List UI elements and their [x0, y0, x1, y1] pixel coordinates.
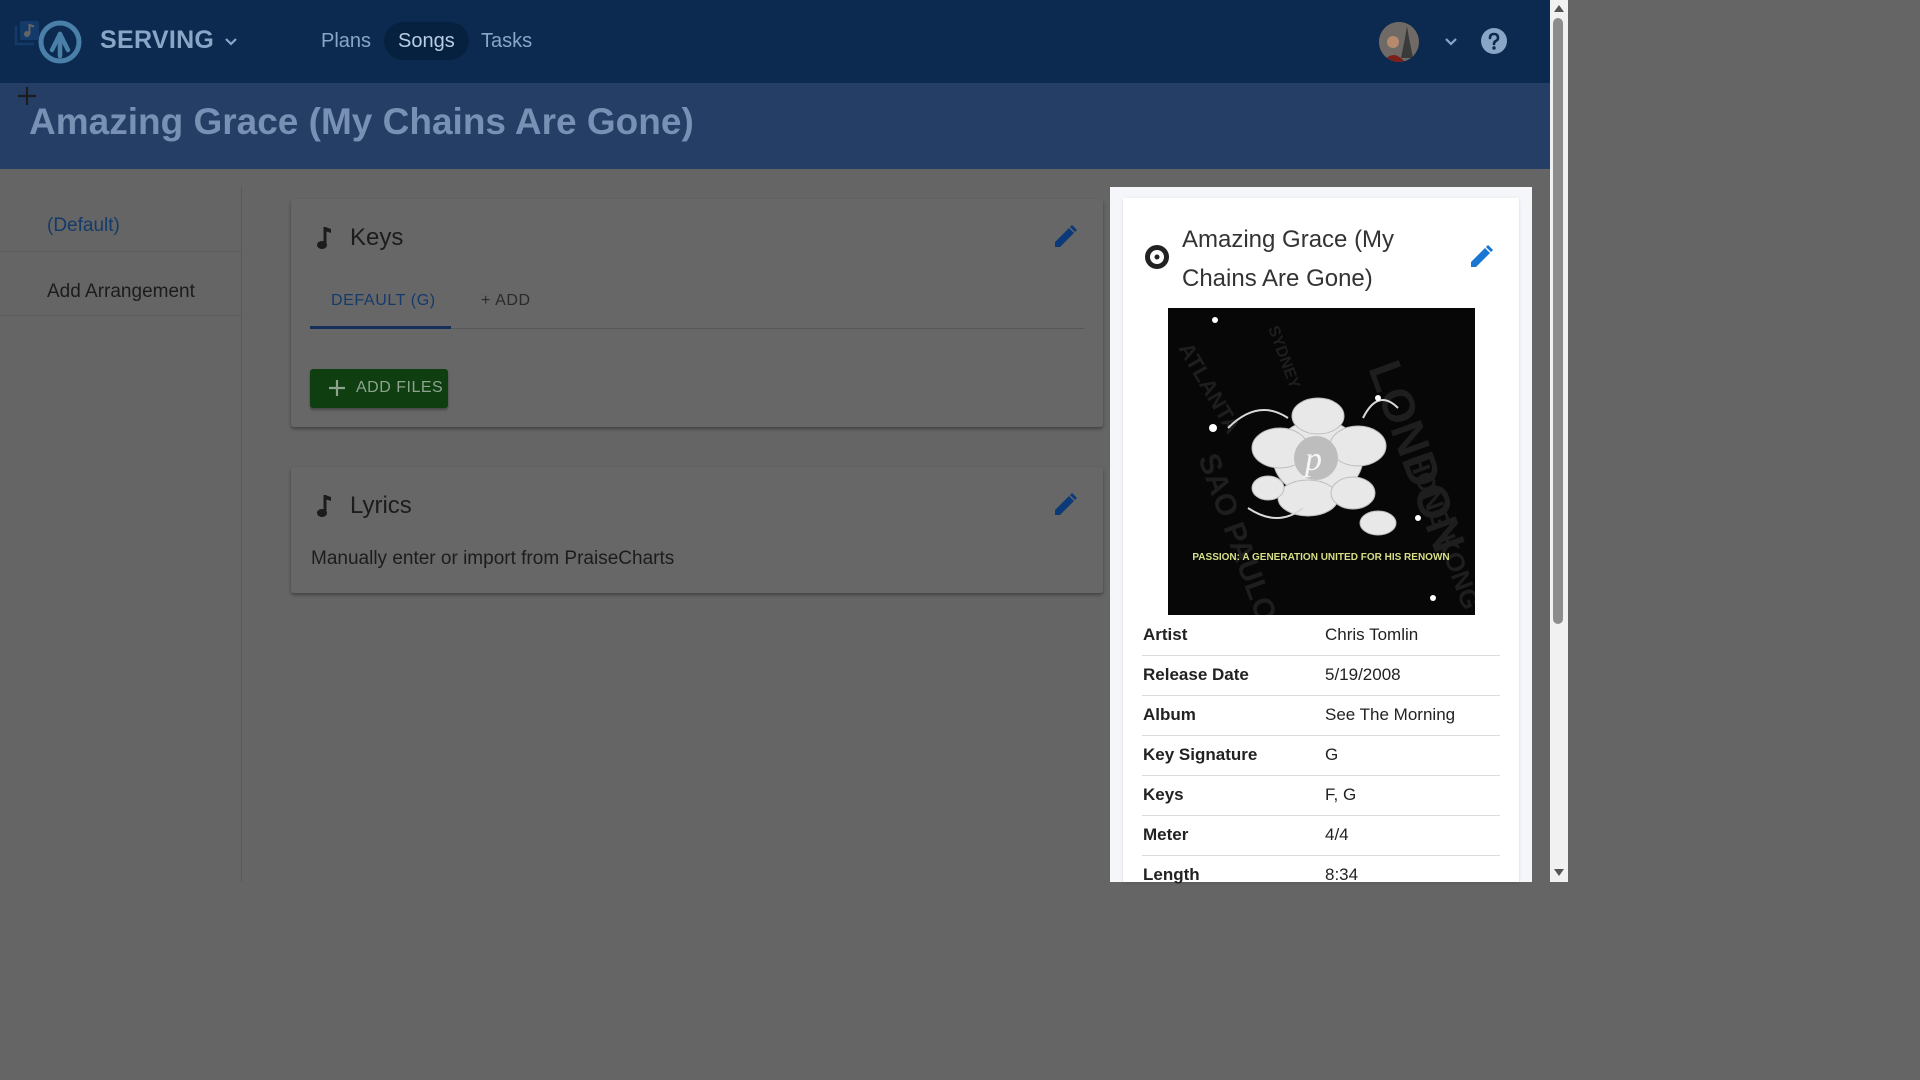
scrollbar-thumb[interactable] — [1553, 18, 1563, 624]
album-art-image: LONDON ATLANTA HONG KONG SAO PAULO SYDNE… — [1168, 308, 1475, 615]
detail-label: Keys — [1143, 785, 1184, 804]
lyrics-card: Lyrics Manually enter or import from Pra… — [291, 467, 1103, 593]
detail-label: Meter — [1143, 825, 1189, 844]
detail-row-key-signature: Key Signature G — [1142, 735, 1500, 776]
detail-value: G — [1325, 745, 1339, 764]
detail-label: Key Signature — [1143, 745, 1258, 764]
nav-songs[interactable]: Songs — [384, 22, 469, 60]
add-files-label: ADD FILES — [356, 379, 444, 396]
lyrics-card-title: Lyrics — [350, 492, 412, 519]
app-name[interactable]: SERVING — [100, 26, 214, 55]
nav-tasks[interactable]: Tasks — [467, 22, 546, 60]
detail-row-keys: Keys F, G — [1142, 775, 1500, 816]
edit-song-pencil-icon[interactable] — [1468, 244, 1494, 270]
detail-label: Album — [1143, 705, 1196, 724]
user-avatar[interactable] — [1379, 22, 1419, 62]
arrangements-sidebar: (Default) Add Arrangement — [0, 187, 242, 882]
add-arrangement-button[interactable]: Add Arrangement — [0, 251, 241, 316]
scroll-down-arrow-icon[interactable] — [1553, 868, 1565, 878]
detail-label: Length — [1143, 865, 1200, 884]
avatar-photo-icon — [1379, 22, 1419, 62]
detail-label: Release Date — [1143, 665, 1249, 684]
edit-lyrics-pencil-icon[interactable] — [1052, 492, 1078, 518]
detail-value: F, G — [1325, 785, 1357, 804]
detail-value: See The Morning — [1325, 705, 1456, 724]
detail-value: 4/4 — [1325, 825, 1349, 844]
nav-plans[interactable]: Plans — [307, 22, 385, 60]
detail-row-album: Album See The Morning — [1142, 695, 1500, 736]
song-details-title: Amazing Grace (My Chains Are Gone) — [1182, 226, 1395, 292]
keys-card: Keys DEFAULT (G) + ADD ADD FILES — [291, 199, 1103, 427]
detail-row-meter: Meter 4/4 — [1142, 815, 1500, 856]
detail-value: 8:34 — [1325, 865, 1359, 884]
music-note-icon — [317, 495, 331, 517]
app-switcher-chevron-icon[interactable] — [222, 32, 240, 50]
detail-value: 5/19/2008 — [1325, 665, 1401, 684]
sidebar-item-default-arrangement[interactable]: (Default) — [0, 187, 241, 252]
page-title: Amazing Grace (My Chains Are Gone) — [29, 101, 694, 142]
svg-text:p: p — [1303, 441, 1322, 478]
edit-keys-pencil-icon[interactable] — [1052, 224, 1078, 250]
keys-card-title: Keys — [350, 224, 404, 251]
album-art-caption: PASSION: A GENERATION UNITED FOR HIS REN… — [1192, 552, 1449, 563]
plus-icon — [329, 380, 345, 396]
tab-add-key[interactable]: + ADD — [481, 292, 531, 310]
plus-icon — [18, 87, 36, 105]
detail-row-artist: Artist Chris Tomlin — [1142, 615, 1500, 656]
add-files-button[interactable]: ADD FILES — [310, 369, 448, 408]
tab-default-key[interactable]: DEFAULT (G) — [331, 292, 436, 310]
lyrics-hint-text: Manually enter or import from PraiseChar… — [311, 548, 675, 569]
sidebar-item-label: Add Arrangement — [47, 281, 195, 302]
vinyl-disc-icon — [1145, 245, 1169, 269]
sidebar-item-label: (Default) — [47, 215, 120, 236]
detail-label: Artist — [1143, 625, 1188, 644]
active-tab-indicator — [310, 326, 451, 329]
music-note-icon — [317, 227, 331, 249]
music-library-icon — [14, 21, 39, 46]
user-menu-chevron-icon[interactable] — [1442, 32, 1460, 50]
scroll-up-arrow-icon[interactable] — [1553, 3, 1565, 13]
detail-row-release-date: Release Date 5/19/2008 — [1142, 655, 1500, 696]
detail-value: Chris Tomlin — [1325, 625, 1419, 644]
detail-row-length: Length 8:34 — [1142, 855, 1500, 895]
album-art-flower-icon: LONDON ATLANTA HONG KONG SAO PAULO SYDNE… — [1168, 308, 1475, 615]
help-icon[interactable] — [1480, 27, 1508, 55]
serving-logo-icon[interactable] — [38, 20, 82, 64]
